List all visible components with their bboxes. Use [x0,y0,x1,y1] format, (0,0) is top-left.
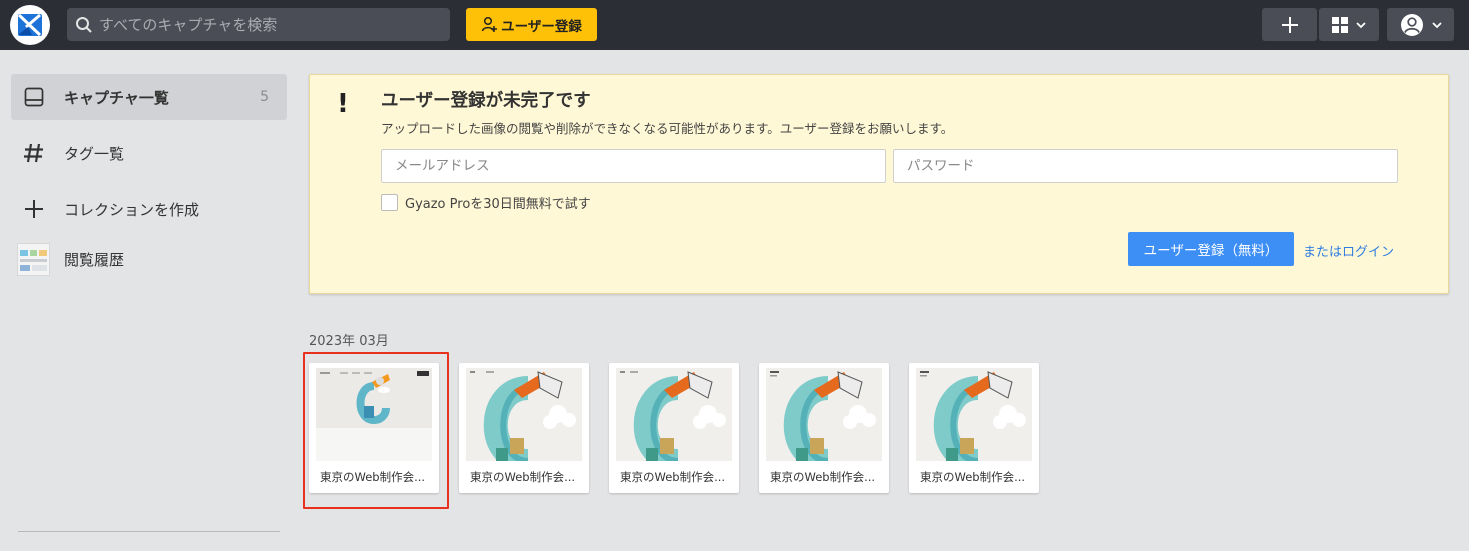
capture-thumbnail [766,368,882,461]
alert-description: アップロードした画像の閲覧や削除ができなくなる可能性があります。ユーザー登録をお… [381,121,954,136]
capture-thumbnail [466,368,582,461]
account-menu[interactable] [1387,8,1454,41]
history-thumbnail-icon [17,242,50,276]
new-capture-button[interactable] [1262,8,1317,41]
capture-caption: 東京のWeb制作会... [320,470,426,484]
capture-card[interactable]: 東京のWeb制作会... [759,363,889,493]
search-input[interactable] [99,15,429,34]
sidebar-item-history[interactable]: 閲覧履歴 [11,236,287,282]
sidebar-item-label: コレクションを作成 [64,200,200,219]
sidebar-item-tags[interactable]: タグ一覧 [11,130,287,176]
search-box[interactable] [67,8,450,41]
signup-button-label: ユーザー登録 [501,18,582,35]
email-field[interactable] [381,149,886,183]
pro-trial-label: Gyazo Proを30日間無料で試す [405,197,591,212]
plus-icon [1281,16,1298,33]
capture-thumbnail [616,368,732,461]
view-mode-menu[interactable] [1319,8,1379,41]
month-heading: 2023年 03月 [309,334,389,349]
pro-trial-option[interactable]: Gyazo Proを30日間無料で試す [381,193,591,212]
pro-trial-checkbox[interactable] [381,194,398,211]
capture-card[interactable]: 東京のWeb制作会... [459,363,589,493]
registration-alert: ! ユーザー登録が未完了です アップロードした画像の閲覧や削除ができなくなる可能… [309,74,1449,294]
capture-caption: 東京のWeb制作会... [620,470,726,484]
capture-card[interactable]: 東京のWeb制作会... [609,363,739,493]
register-free-button[interactable]: ユーザー登録（無料） [1128,232,1294,266]
hash-icon [20,142,48,164]
grid-icon [1332,16,1348,33]
capture-caption: 東京のWeb制作会... [920,470,1026,484]
login-link[interactable]: またはログイン [1303,241,1394,260]
capture-card[interactable]: 東京のWeb制作会... [909,363,1039,493]
sidebar-divider [18,531,280,532]
sidebar-item-captures[interactable]: キャプチャ一覧 5 [11,74,287,120]
search-icon [76,16,92,33]
top-bar: ユーザー登録 [0,0,1469,50]
capture-thumbnail [316,368,432,461]
capture-count-badge: 5 [260,89,269,105]
warning-icon: ! [337,89,349,119]
capture-list-icon [20,87,48,107]
sidebar-item-label: キャプチャ一覧 [64,88,169,107]
chevron-down-icon [1356,21,1366,28]
capture-card[interactable]: 東京のWeb制作会... [303,352,449,509]
signup-button[interactable]: ユーザー登録 [466,8,597,41]
gyazo-logo-icon[interactable] [9,4,51,46]
capture-thumbnail [916,368,1032,461]
alert-title: ユーザー登録が未完了です [381,91,591,111]
capture-caption: 東京のWeb制作会... [470,470,576,484]
capture-caption: 東京のWeb制作会... [770,470,876,484]
user-avatar-icon [1400,13,1423,36]
sidebar-item-create-collection[interactable]: コレクションを作成 [11,186,287,232]
add-user-icon [481,16,498,32]
password-field[interactable] [893,149,1398,183]
sidebar-item-label: 閲覧履歴 [64,250,125,269]
plus-icon [20,199,48,219]
chevron-down-icon [1431,21,1442,28]
sidebar-item-label: タグ一覧 [64,144,125,163]
